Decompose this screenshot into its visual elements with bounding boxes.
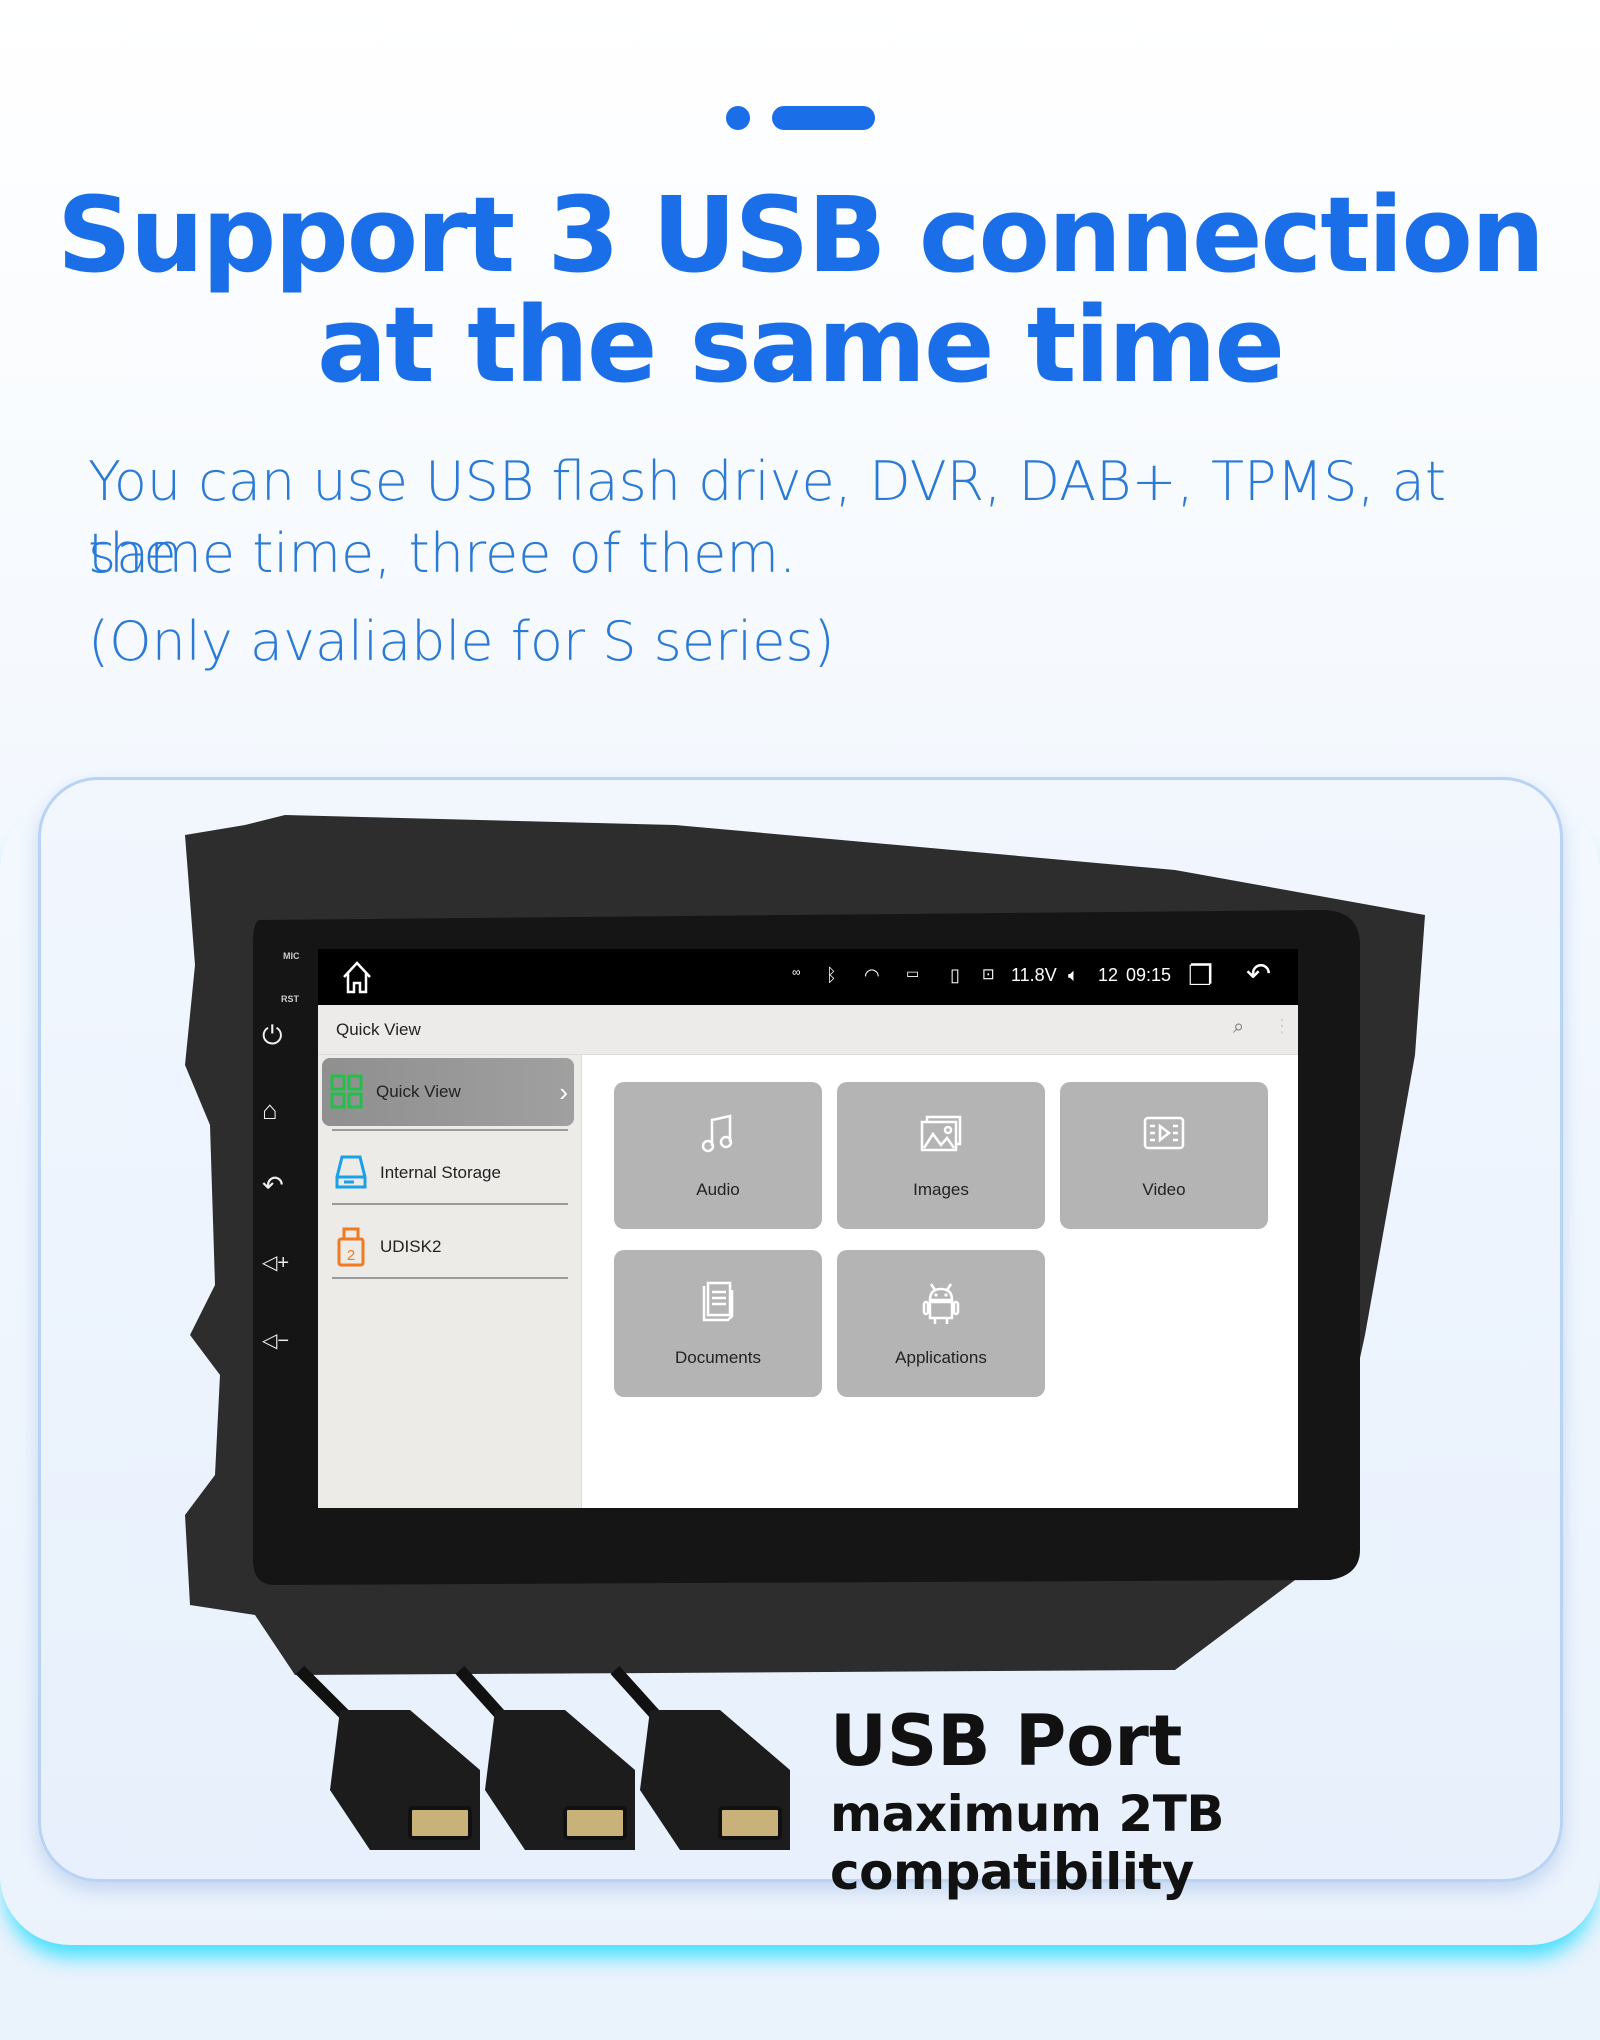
tile-applications[interactable]: Applications <box>837 1250 1045 1397</box>
usb-port <box>330 1710 480 1850</box>
usb-cables <box>295 1665 790 1850</box>
sidebar-item-udisk2[interactable]: 2 UDISK2 <box>326 1213 566 1281</box>
sidebar-item-label: Internal Storage <box>380 1163 501 1182</box>
usb-port-subtitle: maximum 2TB compatibility <box>830 1785 1224 1901</box>
tile-label: Documents <box>675 1348 761 1367</box>
image-icon <box>920 1115 962 1152</box>
bluetooth-icon: ᛒ <box>826 965 837 985</box>
chevron-right-icon: › <box>559 1076 568 1107</box>
headline-line-2: at the same time <box>316 284 1285 406</box>
volume-up-icon[interactable]: ◁+ <box>262 1250 289 1275</box>
carousel-dot <box>726 106 750 130</box>
tile-label: Applications <box>895 1348 987 1367</box>
usb-port <box>640 1710 790 1850</box>
toolbar: Quick View ⌕ ⋮ <box>318 1005 1298 1055</box>
tile-label: Images <box>913 1180 969 1199</box>
document-icon <box>702 1281 734 1322</box>
android-icon <box>922 1283 960 1324</box>
volume-icon: 🔈︎ <box>1068 965 1079 985</box>
toolbar-title: Quick View <box>336 1020 421 1039</box>
wifi-icon: ◠ <box>864 965 880 985</box>
more-icon[interactable]: ⋮ <box>1273 1016 1291 1037</box>
link-icon: ∞ <box>792 965 801 979</box>
carousel-dot-active <box>772 106 875 130</box>
tile-label: Video <box>1142 1180 1186 1199</box>
home-icon[interactable]: ⌂ <box>262 1095 278 1126</box>
search-icon[interactable]: ⌕ <box>1233 1016 1244 1039</box>
status-bar: ∞ ᛒ ◠ ▭ ▯ ⊡ 11.8V 🔈︎ 12 09:15 ❐ ↶ <box>318 949 1298 1005</box>
power-icon[interactable]: ⏻ <box>262 1020 283 1052</box>
music-note-icon <box>701 1114 733 1153</box>
sidebar-item-label: Quick View <box>376 1082 461 1101</box>
car-battery-icon: ⊡ <box>982 966 995 983</box>
tile-label: Audio <box>696 1180 740 1199</box>
tile-video[interactable]: Video <box>1060 1082 1268 1229</box>
recent-apps-icon[interactable]: ❐ <box>1188 959 1213 992</box>
usb-drive-icon: 2 <box>337 1227 365 1267</box>
battery-icon: ▭ <box>906 965 920 981</box>
voltage-text: 11.8V <box>1011 965 1057 985</box>
usb-port <box>485 1710 635 1850</box>
divider <box>332 1129 568 1131</box>
sidebar: Quick View › Internal Storage 2 UDISK2 <box>318 1055 582 1508</box>
divider <box>332 1203 568 1205</box>
grid-icon <box>330 1074 363 1109</box>
headline-line-1: Support 3 USB connection <box>56 174 1545 296</box>
availability-note: (Only avaliable for S series) <box>88 610 835 673</box>
description-line-2: same time, three of them. <box>88 522 797 585</box>
back-icon[interactable]: ↶ <box>1246 957 1271 992</box>
home-icon[interactable] <box>340 959 374 995</box>
tile-documents[interactable]: Documents <box>614 1250 822 1397</box>
sidebar-item-quick-view[interactable]: Quick View › <box>322 1058 574 1126</box>
sidebar-item-label: UDISK2 <box>380 1237 442 1256</box>
hard-drive-icon <box>335 1155 367 1189</box>
clock: 09:15 <box>1126 965 1172 985</box>
mic-label: MIC <box>283 951 300 961</box>
tile-audio[interactable]: Audio <box>614 1082 822 1229</box>
svg-text:2: 2 <box>347 1247 355 1264</box>
tile-images[interactable]: Images <box>837 1082 1045 1229</box>
sidebar-item-internal-storage[interactable]: Internal Storage <box>326 1139 566 1207</box>
divider <box>332 1277 568 1279</box>
usb-port-title: USB Port <box>830 1700 1183 1782</box>
back-icon[interactable]: ↶ <box>262 1170 284 1201</box>
usb-icon: ▯ <box>950 965 960 985</box>
volume-level: 12 <box>1098 965 1119 985</box>
volume-down-icon[interactable]: ◁− <box>262 1328 289 1353</box>
device-screen: ∞ ᛒ ◠ ▭ ▯ ⊡ 11.8V 🔈︎ 12 09:15 ❐ ↶ Quick … <box>318 949 1298 1508</box>
rst-label: RST <box>281 994 299 1004</box>
video-icon <box>1143 1116 1185 1150</box>
